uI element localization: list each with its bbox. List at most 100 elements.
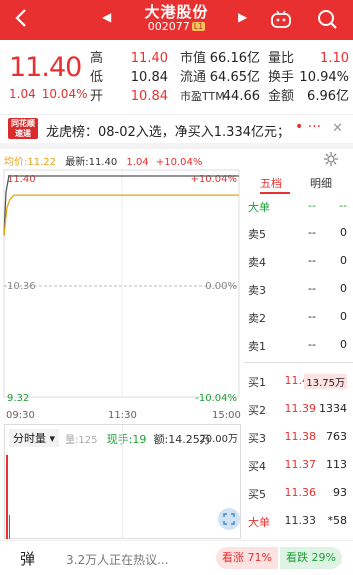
- expand-chart-icon[interactable]: [218, 508, 240, 530]
- current-price: 11.40: [9, 52, 82, 83]
- time-label-mid: 11:30: [108, 410, 137, 421]
- quote-value: 11.40: [130, 51, 168, 66]
- orderbook-tabs: 五档 明细: [244, 172, 353, 194]
- stock-name: 大港股份: [144, 3, 209, 21]
- buy-price: 11.36: [284, 486, 317, 499]
- sell-row: 卖1 -- 0: [244, 330, 353, 358]
- quote-value: 10.94%: [299, 70, 349, 85]
- quote-label: 高: [90, 51, 104, 66]
- last-label: 最新:: [65, 157, 89, 168]
- buy-row: 买5 11.36 93: [244, 478, 353, 506]
- bottom-bar: 弹 3.2万人正在热议... 看涨 71% 看跌 29%: [0, 540, 353, 575]
- change-pct: 10.04%: [41, 87, 88, 101]
- big-order-vol: --: [339, 199, 347, 212]
- discussion-input[interactable]: 3.2万人正在热议...: [66, 551, 169, 568]
- sell-price: --: [308, 254, 316, 267]
- chart-info: 均价:11.22 最新:11.40 1.04 +10.04%: [4, 153, 202, 168]
- sell-label: 卖5: [248, 228, 266, 241]
- pct-bot-label: -10.04%: [195, 393, 237, 404]
- logo-line1: 同花顺: [11, 119, 35, 128]
- quote-value: 10.84: [130, 70, 168, 85]
- settings-icon[interactable]: [323, 151, 339, 171]
- sell-price: --: [308, 310, 316, 323]
- quote-value: 10.84: [130, 89, 168, 104]
- quote-panel: 11.40 1.04 10.04% 高 11.40 市值 66.16亿 量比 1.…: [0, 40, 353, 112]
- buy-label: 买4: [248, 460, 266, 473]
- hand-value: 19: [132, 433, 147, 446]
- timeshare-chart[interactable]: 11.40 10.36 9.32 +10.04% 0.00% -10.04%: [0, 168, 241, 408]
- quote-value: 44.66: [222, 89, 260, 104]
- avg-label: 均价:: [4, 157, 28, 168]
- more-dots-icon[interactable]: • ···: [295, 119, 321, 135]
- big-order-row: 大单 -- --: [244, 194, 353, 218]
- stock-code: 002077 L1: [0, 20, 353, 33]
- buy-row: 买1 11.40 13.75万: [244, 366, 353, 394]
- volume-stats: 量:125 现手:19 额:14.25万: [65, 431, 211, 447]
- chart-chg: 1.04: [126, 157, 149, 168]
- buy-row: 买3 11.38 763: [244, 422, 353, 450]
- sell-vol: 0: [340, 282, 347, 295]
- orderbook-divider: [244, 362, 353, 363]
- volume-tab-label: 分时量: [13, 432, 46, 445]
- buy-label: 买1: [248, 376, 266, 389]
- last-value: 11.40: [88, 157, 118, 168]
- stock-code-text: 002077: [147, 20, 190, 33]
- volume-tab[interactable]: 分时量 ▾: [9, 429, 60, 447]
- sell-label: 卖1: [248, 340, 266, 353]
- danmaku-button[interactable]: 弹: [20, 548, 35, 569]
- buy-vol: 113: [326, 458, 347, 471]
- sell-row: 卖5 -- 0: [244, 218, 353, 246]
- sell-row: 卖4 -- 0: [244, 246, 353, 274]
- big-order-price: 11.33: [284, 514, 317, 527]
- sell-vol: 0: [340, 310, 347, 323]
- sell-vol: 0: [340, 338, 347, 351]
- logo-line2: 速递: [15, 129, 31, 138]
- vote-fall-button[interactable]: 看跌 29%: [280, 547, 342, 569]
- sell-row: 卖2 -- 0: [244, 302, 353, 330]
- level-badge: L1: [191, 22, 206, 31]
- big-order-buy-row: 大单 11.33 *58: [244, 506, 353, 530]
- buy-label: 买5: [248, 488, 266, 501]
- buy-vol: 13.75万: [304, 374, 347, 389]
- tab-detail[interactable]: 明细: [310, 175, 332, 191]
- news-banner[interactable]: 同花顺 速递 龙虎榜：08-02入选，净买入1.334亿元； • ··· ✕: [0, 114, 353, 142]
- buy-vol: 1334: [319, 402, 347, 415]
- search-icon[interactable]: [314, 6, 340, 32]
- sell-label: 卖2: [248, 312, 266, 325]
- buy-price: 11.38: [284, 430, 317, 443]
- buy-row: 买2 11.39 1334: [244, 394, 353, 422]
- quote-value: 1.10: [320, 51, 349, 66]
- big-order-vol: *58: [327, 514, 348, 527]
- close-icon[interactable]: ✕: [332, 121, 343, 136]
- sell-price: --: [308, 338, 316, 351]
- banner-text: 龙虎榜：08-02入选，净买入1.334亿元；: [46, 125, 290, 140]
- big-order-price: --: [308, 199, 316, 212]
- time-label-end: 15:00: [212, 410, 241, 421]
- vol-label: 量:: [65, 435, 79, 446]
- orderbook-buy: 买1 11.40 13.75万 买2 11.39 1334 买3 11.38 763 买4 1…: [244, 366, 353, 530]
- buy-price: 11.37: [284, 458, 317, 471]
- avg-value: 11.22: [27, 157, 57, 168]
- next-stock-icon[interactable]: ▶: [238, 10, 247, 24]
- volume-bar: [6, 455, 8, 539]
- time-label-start: 09:30: [6, 410, 35, 421]
- chart-chg-pct: +10.04%: [155, 157, 203, 168]
- hand-label: 现手:: [106, 433, 133, 446]
- sell-label: 卖4: [248, 256, 266, 269]
- amt-label: 额:: [153, 433, 169, 446]
- vote-rise-button[interactable]: 看涨 71%: [216, 547, 278, 569]
- buy-label: 买2: [248, 404, 266, 417]
- buy-row: 买4 11.37 113: [244, 450, 353, 478]
- big-order-label: 大单: [248, 201, 270, 214]
- sell-vol: 0: [340, 226, 347, 239]
- divider: [0, 143, 353, 149]
- robot-icon[interactable]: [268, 6, 294, 32]
- sell-row: 卖3 -- 0: [244, 274, 353, 302]
- big-order-label: 大单: [248, 516, 270, 529]
- buy-vol: 93: [333, 486, 347, 499]
- sell-label: 卖3: [248, 284, 266, 297]
- price-change: 1.04 10.04%: [9, 87, 93, 101]
- vol-value: 125: [78, 435, 98, 446]
- volume-bar: [9, 515, 10, 539]
- tab-five-level[interactable]: 五档: [260, 175, 282, 191]
